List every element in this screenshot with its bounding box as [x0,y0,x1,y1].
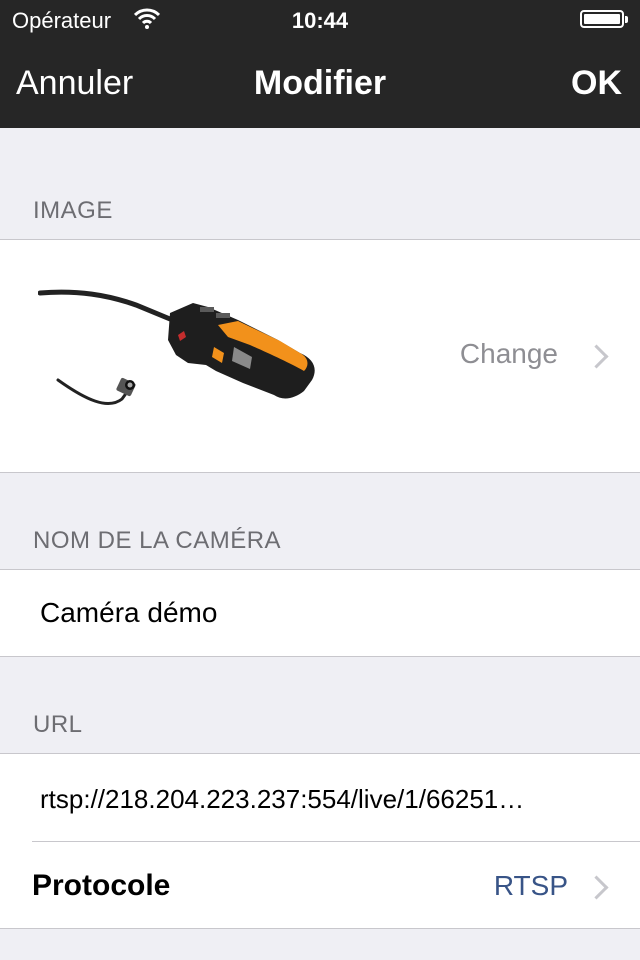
camera-name-section-header: NOM DE LA CAMÉRA [33,527,282,554]
image-section-header: IMAGE [33,197,113,224]
url-group: rtsp://218.204.223.237:554/live/1/66251…… [0,753,640,929]
chevron-right-icon [584,875,609,900]
url-field[interactable]: rtsp://218.204.223.237:554/live/1/66251… [40,784,524,815]
protocol-row[interactable]: Protocole RTSP [0,842,640,930]
navigation-bar: Annuler Modifier OK [0,40,640,128]
chevron-right-icon [584,344,609,369]
protocol-label: Protocole [32,869,171,902]
protocol-value: RTSP [493,870,568,901]
status-bar: Opérateur 10:44 [0,0,640,40]
camera-thumbnail [38,289,315,405]
clock: 10:44 [291,8,349,33]
camera-name-cell: Caméra démo [0,569,640,657]
change-image-label: Change [459,338,558,369]
page-title: Modifier [253,64,387,102]
battery-icon [580,10,628,28]
url-section-header: URL [33,711,83,738]
camera-name-field[interactable]: Caméra démo [40,597,217,629]
ok-button[interactable]: OK [571,64,622,103]
change-image-cell[interactable]: Change [0,239,640,473]
